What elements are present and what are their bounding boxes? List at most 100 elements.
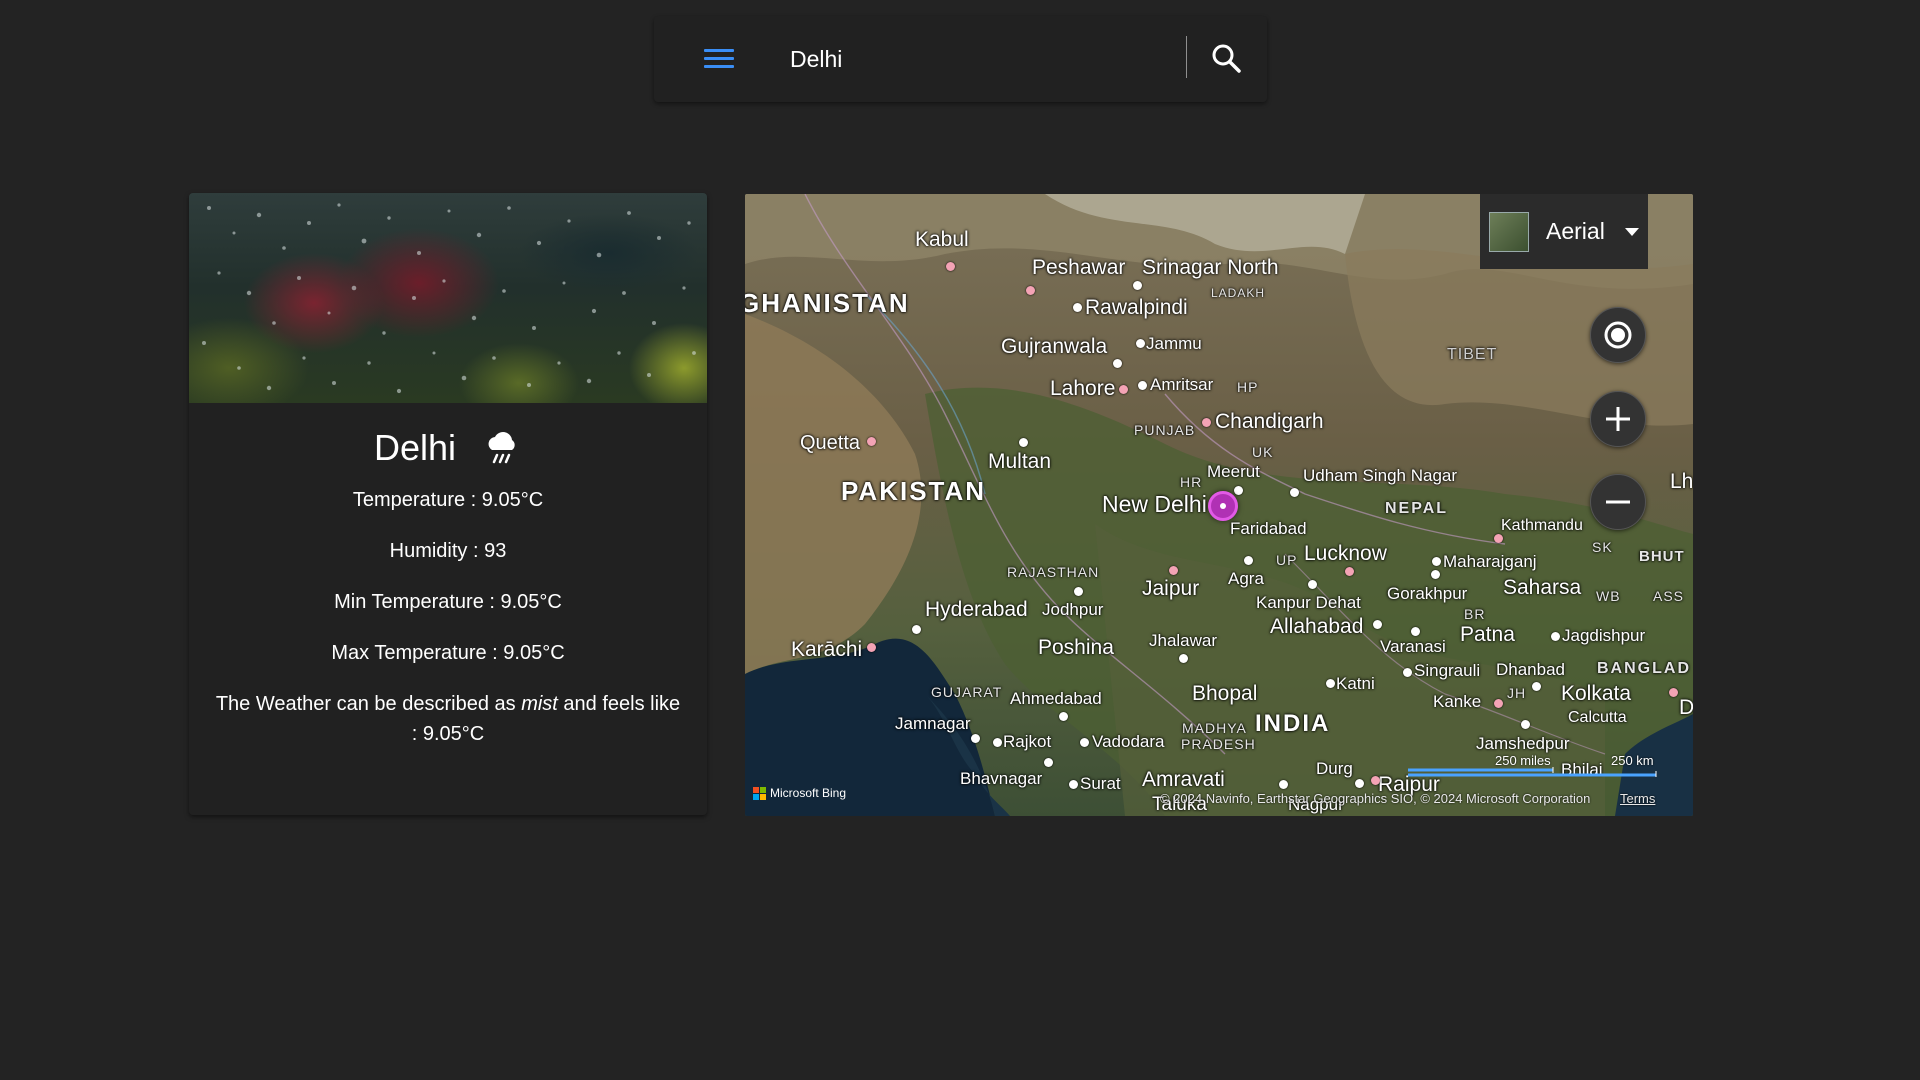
weather-description: The Weather can be described as mist and… <box>189 689 707 749</box>
search-input[interactable] <box>790 38 1120 80</box>
aerial-thumbnail-icon <box>1489 211 1529 252</box>
map-label-india: INDIA <box>1255 710 1331 737</box>
map-marker-gujranwala <box>1113 359 1122 368</box>
map-marker-quetta <box>867 437 876 446</box>
temperature-text: Temperature : 9.05°C <box>352 489 544 511</box>
search-bar <box>654 16 1267 102</box>
map-marker-multan <box>1019 438 1028 447</box>
zoom-out-icon <box>1606 500 1630 504</box>
map-label-faridabad: Faridabad <box>1230 519 1307 538</box>
map-marker-srinagar <box>1133 281 1142 290</box>
map-marker-kabul <box>946 262 955 271</box>
map-type-selector[interactable]: Aerial <box>1480 194 1648 269</box>
map-label-vadodara: Vadodara <box>1092 732 1165 751</box>
map-label-kanke: Kanke <box>1433 692 1482 711</box>
map-label-rajasthan: RAJASTHAN <box>1007 564 1100 580</box>
map-marker-raipur <box>1371 776 1380 785</box>
map-marker-meerut <box>1234 486 1243 495</box>
map-label-poshina: Poshina <box>1038 636 1114 659</box>
map-marker-surat <box>1069 780 1078 789</box>
map-label-jaipur: Jaipur <box>1142 577 1200 600</box>
description-prefix: The Weather can be described as <box>215 693 522 715</box>
microsoft-logo-icon <box>753 786 766 800</box>
map-view[interactable]: Kabul Peshawar Srinagar North LADAKH Raw… <box>745 194 1693 816</box>
map-label-madhya: MADHYA <box>1182 720 1247 736</box>
map-label-multan: Multan <box>988 450 1052 473</box>
map-marker-peshawar <box>1026 286 1035 295</box>
map-marker-udham-singh-nagar <box>1290 488 1299 497</box>
locate-me-button[interactable] <box>1590 307 1646 363</box>
map-label-katni: Katni <box>1336 674 1375 693</box>
zoom-in-icon <box>1606 407 1630 431</box>
map-label-kolkata: Kolkata <box>1561 682 1632 705</box>
map-marker-chandigarh <box>1202 418 1211 427</box>
map-label-amritsar: Amritsar <box>1150 375 1214 394</box>
zoom-out-button[interactable] <box>1590 474 1646 530</box>
rainy-window-image <box>189 193 707 403</box>
terms-link[interactable]: Terms <box>1620 791 1655 806</box>
chevron-down-icon <box>1624 227 1639 236</box>
map-marker-allahabad <box>1373 620 1382 629</box>
map-type-label: Aerial <box>1546 218 1605 244</box>
map-marker-ahmedabad <box>1059 712 1068 721</box>
map-label-udham-singh-nagar: Udham Singh Nagar <box>1303 466 1458 485</box>
microsoft-bing-logo[interactable]: Microsoft Bing <box>753 786 846 800</box>
map-marker-karachi <box>867 643 876 652</box>
map-label-lucknow: Lucknow <box>1304 542 1387 565</box>
map-label-peshawar: Peshawar <box>1032 256 1126 279</box>
map-label-new-delhi: New Delhi <box>1102 491 1207 517</box>
map-label-up: UP <box>1276 552 1298 568</box>
map-label-gorakhpur: Gorakhpur <box>1387 584 1468 603</box>
map-marker-gorakhpur <box>1431 570 1440 579</box>
menu-icon[interactable] <box>704 49 734 71</box>
rain-cloud-icon <box>482 428 522 468</box>
map-label-dhanbad: Dhanbad <box>1496 660 1566 679</box>
map-marker-maharajganj <box>1432 557 1441 566</box>
map-marker-kanpur <box>1308 580 1317 589</box>
map-label-singrauli: Singrauli <box>1414 661 1481 680</box>
map-marker-bhavnagar <box>1044 758 1053 767</box>
map-marker-kathmandu <box>1494 534 1503 543</box>
location-pin[interactable] <box>1208 491 1238 521</box>
map-label-jhalawar: Jhalawar <box>1149 631 1218 650</box>
map-label-srinagar-north: Srinagar North <box>1142 256 1279 279</box>
map-label-bhutan: BHUT <box>1639 548 1685 565</box>
map-label-gujarat: GUJARAT <box>931 684 1003 700</box>
map-label-afghanistan: GHANISTAN <box>745 288 910 318</box>
map-label-nepal: NEPAL <box>1385 500 1449 517</box>
map-label-surat: Surat <box>1080 774 1121 793</box>
map-label-bhopal: Bhopal <box>1192 682 1258 705</box>
map-marker-jammu <box>1136 339 1145 348</box>
max-temperature-text: Max Temperature : 9.05°C <box>331 642 565 664</box>
map-marker-amritsar <box>1138 381 1147 390</box>
map-label-saharsa: Saharsa <box>1503 576 1582 599</box>
map-marker-jaipur <box>1169 566 1178 575</box>
description-condition: mist <box>521 693 558 715</box>
map-label-hp: HP <box>1237 379 1259 395</box>
map-label-jh: JH <box>1507 685 1527 701</box>
weather-card: Delhi Temperature : 9.05°C Humidity : 93… <box>189 193 707 815</box>
map-marker-jodhpur <box>1074 587 1083 596</box>
map-label-amravati: Amravati <box>1142 768 1225 791</box>
map-marker-kanke <box>1494 699 1503 708</box>
map-label-uk: UK <box>1252 444 1274 460</box>
search-icon[interactable] <box>1210 42 1244 76</box>
map-label-pakistan: PAKISTAN <box>841 476 987 506</box>
map-marker-singrauli <box>1403 668 1412 677</box>
map-label-bangladesh: BANGLAD <box>1597 660 1691 677</box>
min-temperature-text: Min Temperature : 9.05°C <box>334 591 562 613</box>
map-marker-lucknow <box>1345 567 1354 576</box>
map-label-kathmandu: Kathmandu <box>1501 517 1583 534</box>
scale-miles-label: 250 miles <box>1495 753 1551 768</box>
search-divider <box>1186 36 1187 78</box>
map-label-br: BR <box>1464 606 1486 622</box>
map-label-quetta: Quetta <box>800 432 861 454</box>
map-label-sk: SK <box>1592 539 1613 555</box>
map-label-assam: ASS <box>1653 588 1685 604</box>
zoom-in-button[interactable] <box>1590 391 1646 447</box>
map-label-hyderabad: Hyderabad <box>925 598 1028 621</box>
map-label-jamshedpur: Jamshedpur <box>1476 734 1570 753</box>
map-marker-varanasi <box>1411 627 1420 636</box>
map-marker-jamshedpur <box>1521 720 1530 729</box>
map-label-kanpur-dehat: Kanpur Dehat <box>1256 593 1361 612</box>
